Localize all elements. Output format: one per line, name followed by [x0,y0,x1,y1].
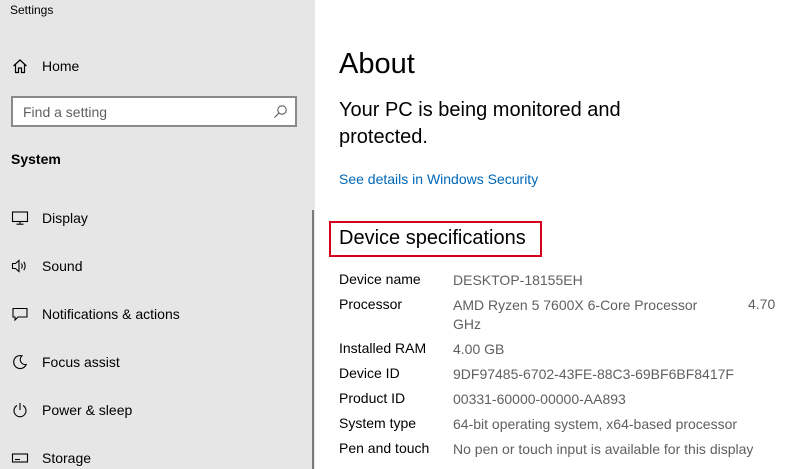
device-specifications-heading: Device specifications [329,221,542,257]
sidebar-item-label: Focus assist [42,354,120,370]
sidebar-item-power-sleep[interactable]: Power & sleep [0,393,315,427]
spec-label-pen-and-touch: Pen and touch [339,440,430,456]
display-icon [11,209,29,227]
sidebar-item-label: Display [42,210,88,226]
sidebar-item-display[interactable]: Display [0,201,315,235]
storage-icon [11,449,29,467]
settings-window: Settings Home System [0,0,802,469]
sidebar-item-label: Sound [42,258,83,274]
sidebar-item-storage[interactable]: Storage [0,441,315,469]
sidebar-item-label: Power & sleep [42,402,133,418]
home-label: Home [42,58,80,74]
spec-value-processor: AMD Ryzen 5 7600X 6-Core Processor GHz [453,297,698,332]
spec-value-installed-ram: 4.00 GB [453,341,505,357]
sidebar-item-sound[interactable]: Sound [0,249,315,283]
spec-value-processor-speed: 4.70 [748,296,776,312]
spec-value-device-id: 9DF97485-6702-43FE-88C3-69BF6BF8417F [453,366,734,382]
sound-icon [11,257,29,275]
sidebar: Settings Home System [0,0,315,469]
spec-label-installed-ram: Installed RAM [339,340,427,356]
spec-label-processor: Processor [339,296,403,312]
notifications-icon [11,305,29,323]
sidebar-scrollbar[interactable] [312,210,314,469]
spec-value-product-id: 00331-60000-00000-AA893 [453,391,626,407]
sidebar-item-label: Notifications & actions [42,306,180,322]
search-icon[interactable] [273,104,288,119]
section-heading-system: System [11,151,61,167]
power-icon [11,401,29,419]
sidebar-item-notifications[interactable]: Notifications & actions [0,297,315,331]
spec-value-device-name: DESKTOP-18155EH [453,272,583,288]
spec-label-product-id: Product ID [339,390,406,406]
page-title: About [339,48,415,80]
spec-value-system-type: 64-bit operating system, x64-based proce… [453,416,738,432]
spec-label-system-type: System type [339,415,417,431]
spec-label-device-name: Device name [339,271,421,287]
search-box[interactable] [11,96,297,127]
focus-assist-icon [11,353,29,371]
home-icon [11,57,29,75]
main-content: About Your PC is being monitored and pro… [315,0,802,469]
protection-status-text: Your PC is being monitored and protected… [339,99,621,148]
search-input[interactable] [13,102,265,121]
home-nav-item[interactable]: Home [0,49,315,83]
spec-value-pen-and-touch: No pen or touch input is available for t… [453,441,754,457]
app-title: Settings [10,3,54,17]
spec-label-device-id: Device ID [339,365,400,381]
sidebar-item-label: Storage [42,450,92,466]
windows-security-link[interactable]: See details in Windows Security [339,171,538,187]
sidebar-item-focus-assist[interactable]: Focus assist [0,345,315,379]
